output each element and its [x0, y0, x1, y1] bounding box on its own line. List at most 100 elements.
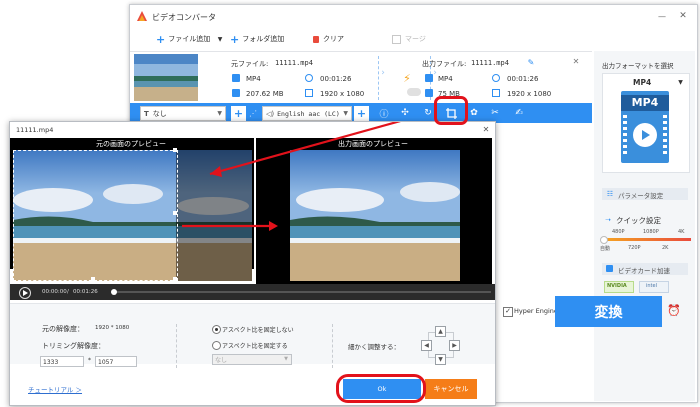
arrow-left-icon: ◀ [424, 342, 429, 349]
film-strip-icon [623, 115, 627, 157]
add-subtitle-button[interactable]: + [231, 106, 246, 121]
rotate-icon[interactable]: ↻ [422, 107, 434, 119]
intel-badge: intel [639, 281, 669, 293]
merge-button[interactable]: マージ [392, 33, 426, 45]
gpu-accel-button[interactable]: ビデオカード加速 [602, 263, 688, 275]
format-icon [232, 74, 240, 82]
info-icon[interactable]: ⓘ [378, 107, 390, 120]
mp4-file-icon: MP4 [621, 91, 669, 163]
edit-pencil-icon[interactable]: ✎ [527, 58, 535, 67]
output-duration: 00:01:26 [507, 75, 539, 83]
add-folder-button[interactable]: + フォルダ追加 [230, 32, 284, 46]
audio-value: English aac (LC) [277, 109, 340, 118]
time-current: 00:00:00 [42, 289, 67, 295]
aspect-fixed-label: アスペクト比を固定する [222, 343, 288, 350]
arrow-right-icon: ▶ [452, 342, 457, 349]
effects-icon[interactable]: ✣ [399, 107, 411, 119]
cancel-button[interactable]: キャンセル [425, 379, 477, 399]
subtitle-effect-icon[interactable]: ⋰ [248, 108, 258, 118]
param-settings-button[interactable]: ☷ パラメータ設定 [602, 188, 688, 200]
fine-adjust-label: 細かく調整する： [348, 343, 400, 351]
file-row: 元ファイル: 11111.mp4 MP4 00:01:26 207.62 MB … [130, 51, 592, 105]
cancel-label: キャンセル [433, 385, 469, 393]
close-icon[interactable]: ✕ [572, 57, 580, 66]
cut-icon[interactable]: ✂ [489, 107, 501, 119]
resolution-icon [492, 89, 500, 97]
crop-dialog: 11111.mp4 ✕ 元の画面のプレビュー 出力画面のプレビュー 00:00:… [9, 121, 496, 406]
title-bar: ビデオコンバータ — ✕ [130, 5, 697, 27]
format-selector[interactable]: MP4 ▼ MP4 [602, 73, 690, 173]
source-resolution: 1920 x 1080 [320, 90, 365, 98]
aspect-ratio-select[interactable]: なし [212, 354, 292, 365]
speaker-icon: ◁) [266, 109, 275, 118]
aspect-fixed-radio[interactable] [212, 341, 221, 350]
crop-res-label: トリミング解像度： [42, 342, 105, 350]
app-title: ビデオコンバータ [152, 13, 216, 22]
clear-button[interactable]: クリア [313, 33, 344, 45]
audio-select[interactable]: ◁) English aac (LC) ▼ [262, 106, 352, 121]
format-name: MP4 [633, 78, 652, 87]
size-icon [425, 89, 433, 97]
crop-height-input[interactable]: 1057 [95, 356, 137, 367]
quality-slider-handle[interactable] [600, 236, 608, 244]
time-total: 00:01:26 [73, 289, 98, 295]
tutorial-link[interactable]: チュートリアル ＞ [28, 384, 82, 394]
chevron-right-icon: › [381, 68, 385, 78]
plus-icon: + [230, 32, 240, 46]
lightning-icon: ⚡ [403, 71, 411, 85]
nudge-up-button[interactable]: ▲ [435, 326, 446, 337]
minimize-icon[interactable]: — [657, 12, 667, 21]
chevron-down-icon: ▼ [678, 79, 683, 86]
crop-icon-highlight [434, 96, 468, 125]
sliders-icon: ☷ [606, 190, 614, 198]
add-file-button[interactable]: + ファイル追加 [156, 33, 210, 46]
format-title: 出力フォーマットを選択 [602, 62, 674, 70]
alarm-clock-icon[interactable]: ⏰ [667, 303, 681, 317]
output-format: MP4 [438, 75, 453, 83]
toggle[interactable] [407, 88, 421, 96]
add-file-dropdown-icon[interactable]: ▼ [217, 36, 223, 43]
nvidia-label: NVIDIA [607, 283, 627, 289]
seek-handle[interactable] [111, 289, 117, 295]
play-button[interactable] [19, 287, 31, 299]
param-settings-label: パラメータ設定 [618, 192, 664, 200]
source-filename: 11111.mp4 [275, 59, 313, 67]
clock-icon [305, 74, 313, 82]
subtitle-select[interactable]: T なし ▼ [140, 106, 226, 121]
red-arrow [209, 122, 401, 176]
output-file-label: 出力ファイル: [422, 60, 467, 68]
right-panel: 出力フォーマットを選択 MP4 ▼ MP4 ☷ パラメータ設定 ➝ クイック設定… [594, 51, 695, 401]
source-size: 207.62 MB [246, 90, 284, 98]
quality-label-auto: 自動 [600, 246, 611, 252]
edit-icon[interactable]: ✍ [513, 107, 525, 119]
aspect-free-radio[interactable] [212, 325, 221, 334]
nudge-down-button[interactable]: ▼ [435, 354, 446, 365]
close-icon[interactable]: ✕ [678, 11, 688, 21]
divider [176, 324, 178, 368]
original-res-value: 1920 * 1080 [95, 325, 130, 331]
watermark-icon[interactable]: ✿ [468, 107, 480, 119]
seek-bar[interactable] [113, 291, 491, 293]
chevron-down-icon: ▼ [217, 110, 222, 117]
text-t-icon: T [144, 109, 149, 118]
output-filename: 11111.mp4 [471, 59, 509, 67]
video-thumbnail[interactable] [134, 54, 198, 101]
ok-button-highlight [336, 374, 426, 403]
nudge-left-button[interactable]: ◀ [421, 340, 432, 351]
divider [332, 324, 334, 368]
crop-width-input[interactable]: 1333 [40, 356, 84, 367]
nudge-right-button[interactable]: ▶ [449, 340, 460, 351]
quality-slider-track[interactable] [602, 238, 691, 241]
chevron-down-icon: ▼ [284, 356, 288, 362]
format-icon [425, 74, 433, 82]
convert-button[interactable]: 変換 [555, 296, 662, 327]
hyper-engine-label: Hyper Engine [514, 307, 558, 315]
arrow-up-icon: ▲ [438, 328, 443, 335]
clear-label: クリア [323, 35, 344, 43]
hyper-engine-checkbox[interactable]: ✓ [503, 307, 513, 317]
quality-label-4k: 4K [678, 229, 685, 235]
play-icon [633, 123, 657, 147]
add-audio-button[interactable]: + [354, 106, 369, 121]
resolution-icon [305, 89, 313, 97]
nvidia-badge: NVIDIA [604, 281, 634, 293]
